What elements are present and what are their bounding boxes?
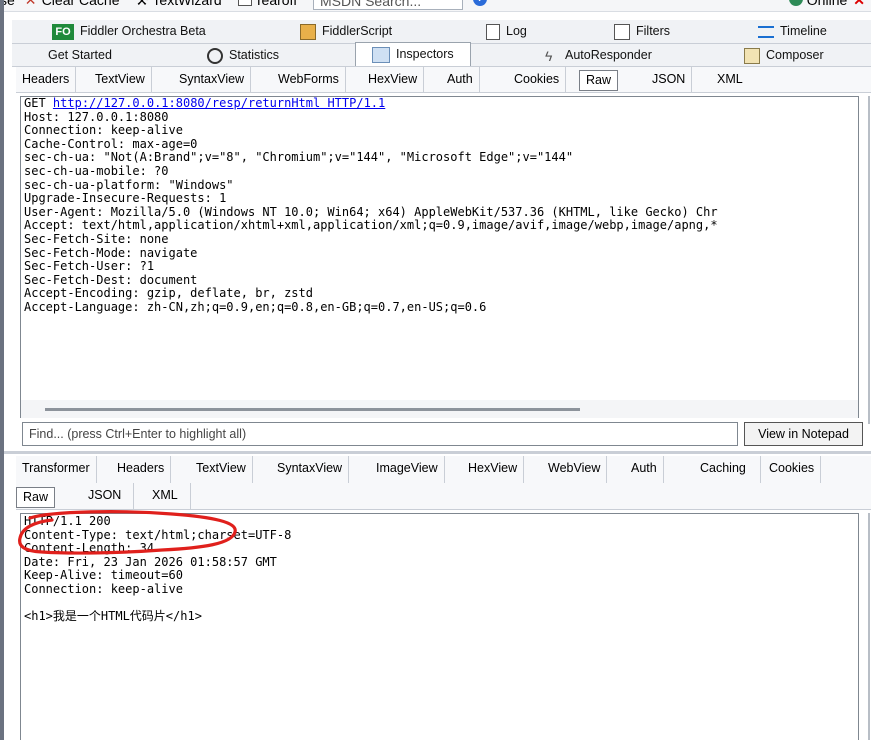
req-tab-xml[interactable]: XML bbox=[711, 67, 749, 93]
req-tab-json[interactable]: JSON bbox=[646, 67, 693, 93]
request-header-line: Sec-Fetch-Mode: navigate bbox=[24, 245, 198, 260]
resp-tab-raw[interactable]: Raw bbox=[16, 487, 56, 508]
request-header-line: Connection: keep-alive bbox=[24, 123, 183, 138]
req-tab-auth[interactable]: Auth bbox=[441, 67, 480, 93]
scrollbar-thumb[interactable] bbox=[45, 408, 580, 411]
resp-tab-transformer[interactable]: Transformer bbox=[16, 456, 97, 483]
tab-get-started[interactable]: Get Started bbox=[48, 44, 112, 67]
response-lines: HTTP/1.1 200 Content-Type: text/html;cha… bbox=[24, 514, 291, 623]
response-line: Keep-Alive: timeout=60 bbox=[24, 568, 183, 583]
tab-timeline[interactable]: Timeline bbox=[758, 20, 827, 43]
response-line: Content-Type: text/html;charset=UTF-8 bbox=[24, 527, 292, 542]
request-raw-view[interactable]: GET http://127.0.0.1:8080/resp/returnHtm… bbox=[20, 96, 859, 400]
request-header-line: Sec-Fetch-Dest: document bbox=[24, 272, 198, 287]
tab-inspectors[interactable]: Inspectors bbox=[355, 42, 471, 66]
request-header-line: Cache-Control: max-age=0 bbox=[24, 136, 198, 151]
tab-row-1: FO Fiddler Orchestra Beta FiddlerScript L… bbox=[12, 20, 871, 43]
resp-tab-caching[interactable]: Caching bbox=[686, 456, 761, 483]
log-icon bbox=[486, 23, 500, 40]
request-header-line: Accept: text/html,application/xhtml+xml,… bbox=[24, 218, 718, 233]
tearoff-icon bbox=[237, 0, 252, 6]
resp-tab-hexview[interactable]: HexView bbox=[462, 456, 525, 483]
request-horizontal-scrollbar[interactable] bbox=[20, 400, 859, 418]
response-line: Content-Length: 34 bbox=[24, 541, 155, 556]
resp-tab-json[interactable]: JSON bbox=[76, 483, 135, 509]
resp-tab-webview[interactable]: WebView bbox=[542, 456, 608, 483]
response-line: Connection: keep-alive bbox=[24, 581, 183, 596]
req-tab-hexview[interactable]: HexView bbox=[362, 67, 425, 93]
req-tab-textview[interactable]: TextView bbox=[89, 67, 152, 93]
request-header-line: sec-ch-ua-platform: "Windows" bbox=[24, 177, 234, 192]
resp-tab-auth[interactable]: Auth bbox=[625, 456, 664, 483]
request-header-line: Upgrade-Insecure-Requests: 1 bbox=[24, 191, 227, 206]
online-indicator[interactable]: Online ✕ bbox=[788, 0, 865, 9]
tab-statistics[interactable]: Statistics bbox=[207, 44, 279, 67]
response-line: HTTP/1.1 200 bbox=[24, 514, 111, 528]
tab-fiddler-orchestra[interactable]: FO Fiddler Orchestra Beta bbox=[52, 20, 206, 43]
req-tab-headers[interactable]: Headers bbox=[16, 67, 77, 93]
response-subtabs-2: Raw JSON XML bbox=[16, 483, 871, 510]
clear-cache-icon: ✕ bbox=[24, 0, 37, 8]
inspectors-icon bbox=[372, 46, 390, 63]
req-tab-raw[interactable]: Raw bbox=[579, 70, 619, 91]
request-header-line: Sec-Fetch-User: ?1 bbox=[24, 259, 155, 274]
tab-filters[interactable]: Filters bbox=[614, 20, 670, 43]
req-tab-cookies[interactable]: Cookies bbox=[508, 67, 567, 93]
request-header-line: Sec-Fetch-Site: none bbox=[24, 231, 169, 246]
resp-tab-headers[interactable]: Headers bbox=[111, 456, 172, 483]
request-header-lines: Host: 127.0.0.1:8080 Connection: keep-al… bbox=[24, 110, 718, 314]
response-line: <h1>我是一个HTML代码片</h1> bbox=[24, 609, 202, 624]
tab-autoresponder[interactable]: ϟ AutoResponder bbox=[545, 44, 652, 67]
lightning-icon: ϟ bbox=[545, 47, 553, 64]
close-icon[interactable]: ✕ bbox=[853, 0, 865, 8]
find-input[interactable]: Find... (press Ctrl+Enter to highlight a… bbox=[22, 422, 738, 446]
composer-icon bbox=[744, 47, 760, 64]
request-header-line: User-Agent: Mozilla/5.0 (Windows NT 10.0… bbox=[24, 204, 718, 219]
req-tab-webforms[interactable]: WebForms bbox=[272, 67, 346, 93]
filters-checkbox-icon bbox=[614, 23, 630, 40]
resp-tab-syntaxview[interactable]: SyntaxView bbox=[271, 456, 350, 483]
tab-fiddlerscript[interactable]: FiddlerScript bbox=[300, 20, 392, 43]
fiddler-orchestra-icon: FO bbox=[52, 23, 74, 40]
request-header-line: Host: 127.0.0.1:8080 bbox=[24, 109, 169, 124]
req-tab-syntaxview[interactable]: SyntaxView bbox=[173, 67, 252, 93]
statistics-icon bbox=[207, 47, 223, 64]
request-raw-text: GET http://127.0.0.1:8080/resp/returnHtm… bbox=[24, 96, 718, 314]
tab-row-2: Get Started Statistics Inspectors ϟ AutoR… bbox=[12, 42, 871, 67]
textwizard-button[interactable]: ⚒ TextWizard bbox=[135, 0, 227, 9]
textwizard-icon: ⚒ bbox=[135, 0, 148, 8]
request-header-line: sec-ch-ua-mobile: ?0 bbox=[24, 163, 169, 178]
response-raw-text: HTTP/1.1 200 Content-Type: text/html;cha… bbox=[21, 514, 858, 624]
clear-cache-button[interactable]: ✕ Clear Cache bbox=[25, 0, 126, 8]
tearoff-button[interactable]: Tearoff bbox=[237, 0, 304, 8]
resp-tab-imageview[interactable]: ImageView bbox=[370, 456, 445, 483]
resp-tab-cookies[interactable]: Cookies bbox=[763, 456, 822, 483]
msdn-search-input[interactable]: MSDN Search... bbox=[312, 0, 463, 10]
response-line: Date: Fri, 23 Jan 2026 01:58:57 GMT bbox=[24, 554, 277, 569]
request-subtabs: Headers TextView SyntaxView WebForms Hex… bbox=[16, 67, 871, 93]
resp-tab-xml[interactable]: XML bbox=[140, 483, 191, 509]
response-raw-view[interactable]: HTTP/1.1 200 Content-Type: text/html;cha… bbox=[20, 513, 859, 740]
request-header-line: Accept-Language: zh-CN,zh;q=0.9,en;q=0.8… bbox=[24, 299, 487, 314]
main-toolbar: se ✕Clear Cache ⚒TextWizard Tearoff MSDN… bbox=[4, 0, 871, 12]
pane-divider-bottom bbox=[868, 513, 870, 740]
request-header-line: sec-ch-ua: "Not(A:Brand";v="8", "Chromiu… bbox=[24, 150, 574, 165]
pane-divider bbox=[868, 96, 870, 424]
globe-icon bbox=[788, 0, 803, 6]
response-subtabs-1: Transformer Headers TextView SyntaxView … bbox=[16, 456, 871, 483]
timeline-icon bbox=[758, 25, 774, 38]
fiddler-window: se ✕Clear Cache ⚒TextWizard Tearoff MSDN… bbox=[0, 0, 871, 740]
request-header-line: Accept-Encoding: gzip, deflate, br, zstd bbox=[24, 286, 313, 301]
view-in-notepad-button[interactable]: View in Notepad bbox=[744, 422, 863, 446]
fiddlerscript-icon bbox=[300, 23, 316, 40]
help-icon[interactable]: ? bbox=[472, 0, 487, 6]
request-url-link[interactable]: http://127.0.0.1:8080/resp/returnHtml HT… bbox=[53, 97, 385, 110]
tab-composer[interactable]: Composer bbox=[744, 44, 824, 67]
tab-log[interactable]: Log bbox=[486, 20, 527, 43]
toolbar-item-truncated[interactable]: se bbox=[4, 0, 15, 8]
resp-tab-textview[interactable]: TextView bbox=[190, 456, 253, 483]
